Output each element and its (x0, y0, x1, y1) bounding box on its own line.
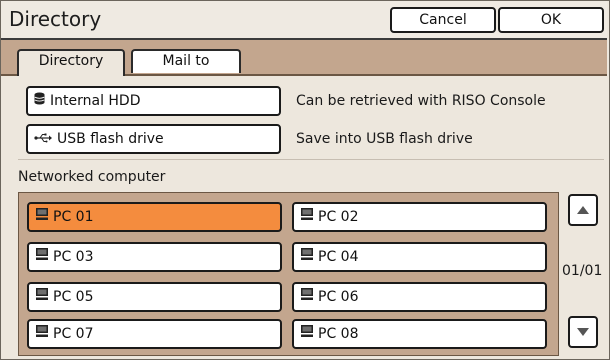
tab-directory[interactable]: Directory (17, 49, 125, 76)
usb-icon (34, 126, 52, 152)
pc-label: PC 02 (318, 209, 359, 225)
pc-label: PC 06 (318, 289, 359, 305)
pc-label: PC 01 (53, 209, 94, 225)
ok-button[interactable]: OK (498, 7, 604, 33)
computer-icon (300, 284, 314, 310)
computer-icon (35, 244, 49, 270)
computer-grid: PC 01 PC 02 PC 03 PC 04 PC 05 PC 06 PC 0… (18, 192, 559, 356)
cancel-button[interactable]: Cancel (390, 7, 496, 33)
pc-button[interactable]: PC 04 (292, 242, 547, 272)
pc-label: PC 05 (53, 289, 94, 305)
internal-hdd-description: Can be retrieved with RISO Console (296, 93, 546, 109)
networked-computer-title: Networked computer (18, 169, 166, 185)
computer-icon (300, 244, 314, 270)
page-up-button[interactable] (568, 194, 598, 226)
pc-label: PC 04 (318, 249, 359, 265)
pc-button[interactable]: PC 02 (292, 202, 547, 232)
title-bar: Directory Cancel OK (1, 1, 607, 40)
pc-button[interactable]: PC 06 (292, 282, 547, 312)
section-divider (18, 159, 604, 160)
computer-icon (35, 321, 49, 347)
pc-button[interactable]: PC 05 (27, 282, 282, 312)
pc-button[interactable]: PC 07 (27, 319, 282, 349)
internal-hdd-label: Internal HDD (50, 93, 141, 109)
usb-flash-drive-button[interactable]: USB flash drive (26, 124, 281, 154)
page-indicator: 01/01 (562, 263, 603, 279)
internal-hdd-button[interactable]: Internal HDD (26, 86, 281, 116)
computer-icon (300, 321, 314, 347)
tab-strip: Directory Mail to (1, 40, 607, 76)
computer-icon (35, 284, 49, 310)
computer-icon (35, 204, 49, 230)
pc-button[interactable]: PC 03 (27, 242, 282, 272)
usb-flash-drive-label: USB flash drive (57, 131, 164, 147)
dialog-title: Directory (9, 7, 102, 31)
pc-button[interactable]: PC 01 (27, 202, 282, 232)
pc-button[interactable]: PC 08 (292, 319, 547, 349)
tab-mail-to[interactable]: Mail to (131, 49, 241, 73)
pc-label: PC 08 (318, 326, 359, 342)
pc-label: PC 03 (53, 249, 94, 265)
triangle-up-icon (577, 206, 589, 214)
computer-icon (300, 204, 314, 230)
pc-label: PC 07 (53, 326, 94, 342)
usb-flash-drive-description: Save into USB flash drive (296, 131, 473, 147)
hdd-icon (34, 88, 45, 114)
triangle-down-icon (577, 328, 589, 336)
page-down-button[interactable] (568, 316, 598, 348)
